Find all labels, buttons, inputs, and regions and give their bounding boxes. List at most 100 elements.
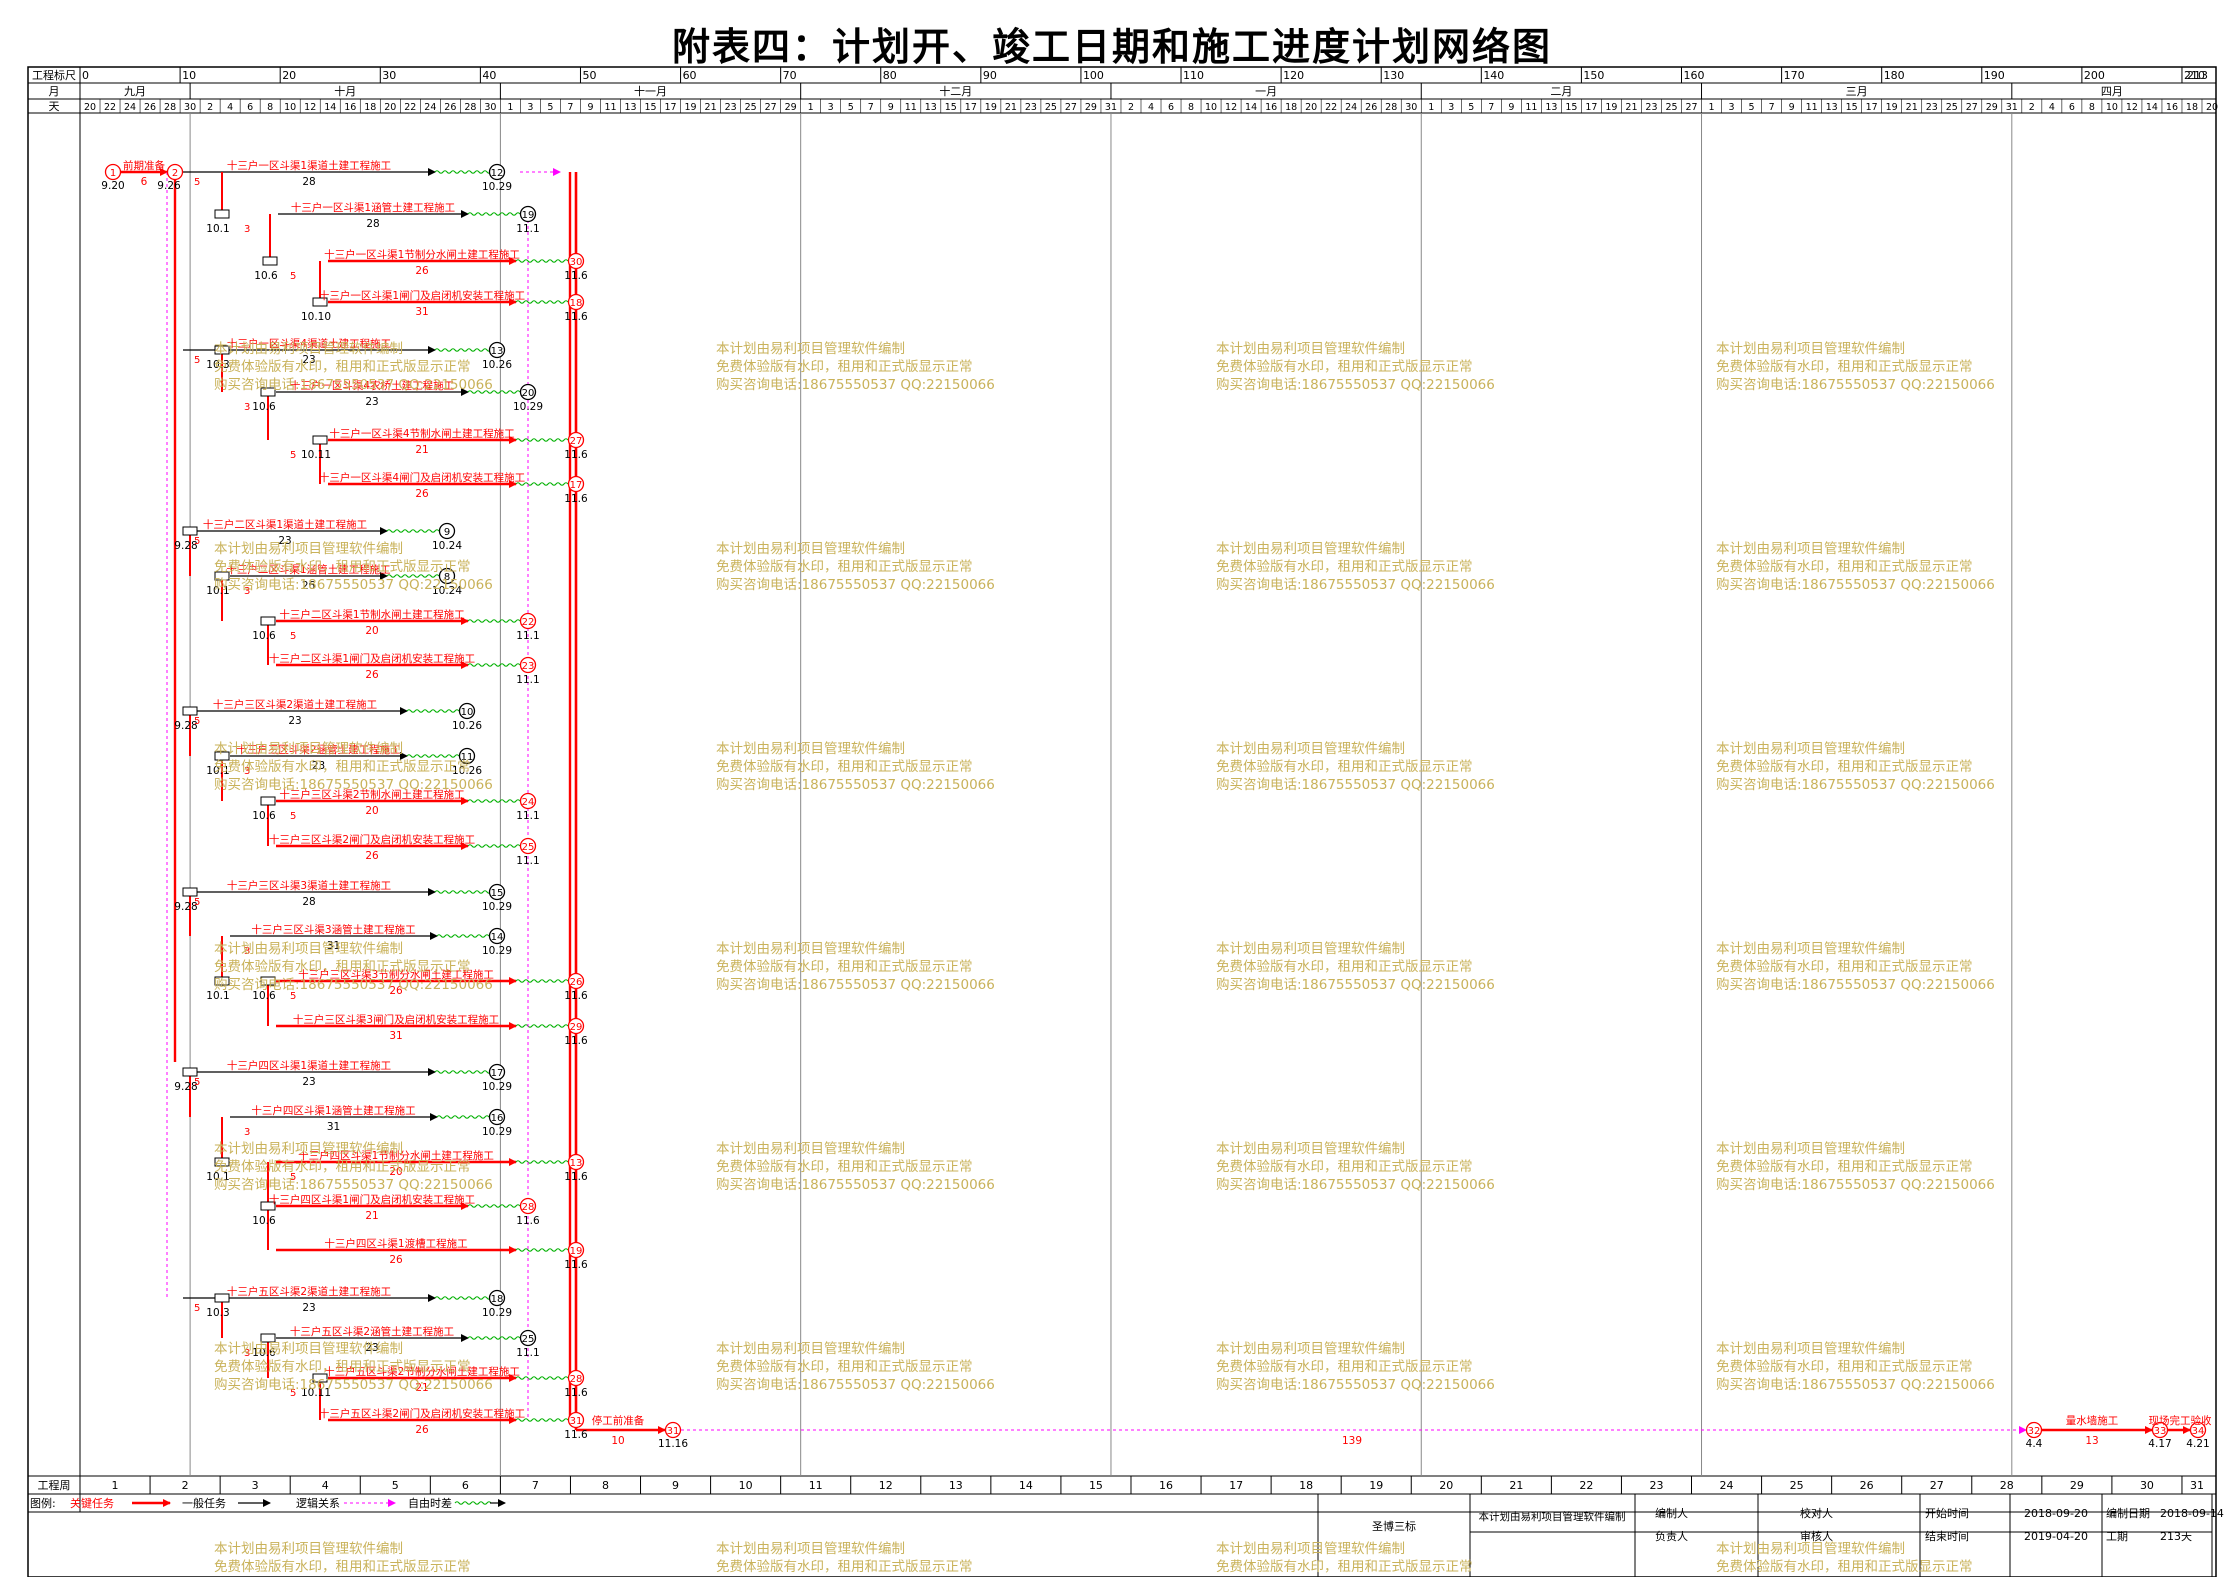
ruler-tick-label: 160 <box>1684 69 1705 82</box>
node-number: 28 <box>570 1374 583 1385</box>
month-label: 四月 <box>2101 85 2123 98</box>
week-label: 7 <box>532 1479 539 1492</box>
week-label: 24 <box>1720 1479 1734 1492</box>
ruler-tick-label: 70 <box>783 69 797 82</box>
day-label: 27 <box>1685 102 1697 113</box>
watermark: 本计划由易利项目管理软件编制免费体验版有水印，租用和正式版显示正常购买咨询电话:… <box>716 1140 995 1194</box>
node-number: 30 <box>570 257 583 268</box>
watermark: 本计划由易利项目管理软件编制免费体验版有水印，租用和正式版显示正常购买咨询电话:… <box>716 740 995 794</box>
watermark-line: 本计划由易利项目管理软件编制 <box>1716 541 1905 557</box>
day-label: 16 <box>344 102 356 113</box>
day-label: 24 <box>424 102 436 113</box>
ruler-tick-label: 90 <box>983 69 997 82</box>
day-label: 1 <box>1709 102 1715 113</box>
node-number: 16 <box>491 1113 504 1124</box>
day-label: 26 <box>144 102 156 113</box>
watermark: 本计划由易利项目管理软件编制免费体验版有水印，租用和正式版显示正常购买咨询电话:… <box>1716 340 1995 394</box>
day-label: 27 <box>765 102 777 113</box>
task-duration: 13 <box>2085 1435 2098 1447</box>
day-label: 21 <box>1625 102 1637 113</box>
ruler-tick-label: 50 <box>582 69 596 82</box>
float-wave <box>386 529 440 533</box>
watermark-line: 本计划由易利项目管理软件编制 <box>214 1541 403 1557</box>
day-label: 18 <box>364 102 376 113</box>
watermark: 本计划由易利项目管理软件编制免费体验版有水印，租用和正式版显示正常购买咨询电话:… <box>214 540 493 594</box>
week-label: 4 <box>322 1479 329 1492</box>
week-label: 19 <box>1369 1479 1383 1492</box>
watermark-line: 本计划由易利项目管理软件编制 <box>1716 741 1905 757</box>
ruler-tick-label: 60 <box>683 69 697 82</box>
node-date: 11.6 <box>516 1215 540 1227</box>
node-date: 10.6 <box>252 630 276 642</box>
watermark: 本计划由易利项目管理软件编制免费体验版有水印，租用和正式版显示正常购买咨询电话:… <box>1716 1340 1995 1394</box>
ruler-tick-label: 0 <box>82 69 89 82</box>
float-wave <box>515 1024 569 1028</box>
watermark: 本计划由易利项目管理软件编制免费体验版有水印，租用和正式版显示正常购买咨询电话:… <box>716 1340 995 1394</box>
day-label: 23 <box>1025 102 1037 113</box>
day-label: 12 <box>304 102 316 113</box>
watermark: 本计划由易利项目管理软件编制免费体验版有水印，租用和正式版显示正常购买咨询电话:… <box>1216 540 1495 594</box>
task-label: 十三户五区斗渠2闸门及启闭机安装工程施工 <box>319 1407 525 1420</box>
watermark: 本计划由易利项目管理软件编制免费体验版有水印，租用和正式版显示正常购买咨询电话:… <box>1716 1540 1995 1577</box>
watermark-line: 购买咨询电话:18675550537 QQ:22150066 <box>1216 577 1495 593</box>
dummy-node <box>260 616 276 626</box>
week-label: 18 <box>1299 1479 1313 1492</box>
day-label: 27 <box>1966 102 1978 113</box>
day-label: 7 <box>1488 102 1494 113</box>
task-label: 十三户三区斗渠3渠道土建工程施工 <box>227 879 391 892</box>
watermark: 本计划由易利项目管理软件编制免费体验版有水印，租用和正式版显示正常购买咨询电话:… <box>1716 1140 1995 1194</box>
watermark-line: 本计划由易利项目管理软件编制 <box>1216 741 1405 757</box>
watermark-line: 本计划由易利项目管理软件编制 <box>1216 541 1405 557</box>
day-label: 9 <box>1508 102 1514 113</box>
watermark-line: 购买咨询电话:18675550537 QQ:22150066 <box>1216 1377 1495 1393</box>
legend-title: 图例: <box>30 1496 56 1510</box>
watermark: 本计划由易利项目管理软件编制免费体验版有水印，租用和正式版显示正常购买咨询电话:… <box>1716 540 1995 594</box>
task-duration: 28 <box>302 176 315 188</box>
task-duration: 28 <box>366 218 379 230</box>
month-label: 九月 <box>124 85 146 98</box>
node-number: 24 <box>522 797 535 808</box>
node-date: 11.6 <box>564 990 588 1002</box>
task-label: 十三户二区斗渠1闸门及启闭机安装工程施工 <box>269 652 475 665</box>
watermark-line: 购买咨询电话:18675550537 QQ:22150066 <box>716 1177 995 1193</box>
watermark-line: 本计划由易利项目管理软件编制 <box>214 741 403 757</box>
node-date: 11.1 <box>516 1347 539 1359</box>
node-date: 10.29 <box>482 1081 512 1093</box>
watermark-line: 购买咨询电话:18675550537 QQ:22150066 <box>214 1377 493 1393</box>
watermark-line: 购买咨询电话:18675550537 QQ:22150066 <box>214 777 493 793</box>
ruler-tick-label: 10 <box>182 69 196 82</box>
watermark-line: 免费体验版有水印，租用和正式版显示正常 <box>716 559 973 575</box>
node-date: 9.20 <box>101 180 124 192</box>
node-date: 10.29 <box>482 1307 512 1319</box>
day-label: 19 <box>1605 102 1617 113</box>
task-duration: 20 <box>365 625 378 637</box>
day-label: 25 <box>1665 102 1677 113</box>
node-date: 10.6 <box>252 401 276 413</box>
day-label: 8 <box>1188 102 1194 113</box>
day-label: 29 <box>1085 102 1097 113</box>
task-label: 前期准备 <box>123 159 165 172</box>
node-date: 10.29 <box>482 181 512 193</box>
watermark-line: 本计划由易利项目管理软件编制 <box>716 741 905 757</box>
week-label: 28 <box>2000 1479 2014 1492</box>
float-wave <box>434 170 492 174</box>
day-label: 15 <box>945 102 957 113</box>
day-label: 18 <box>2186 102 2198 113</box>
month-label: 十一月 <box>634 84 667 98</box>
node-number: 23 <box>522 661 535 672</box>
node-date: 11.6 <box>564 311 588 323</box>
day-label: 1 <box>1428 102 1434 113</box>
node-number: 32 <box>2028 1426 2041 1437</box>
watermark-line: 本计划由易利项目管理软件编制 <box>716 1341 905 1357</box>
day-label: 31 <box>2006 102 2018 113</box>
day-label: 17 <box>1585 102 1597 113</box>
watermark: 本计划由易利项目管理软件编制免费体验版有水印，租用和正式版显示正常购买咨询电话:… <box>1216 940 1495 994</box>
task-label: 十三户五区斗渠2渠道土建工程施工 <box>227 1285 391 1298</box>
watermark-line: 本计划由易利项目管理软件编制 <box>214 1341 403 1357</box>
task-label: 十三户二区斗渠1渠道土建工程施工 <box>203 518 367 531</box>
day-label: 28 <box>164 102 176 113</box>
ruler-tick-label: 140 <box>1483 69 1504 82</box>
week-label: 23 <box>1649 1479 1663 1492</box>
footer-start-label: 开始时间 <box>1925 1506 1969 1520</box>
node-number: 20 <box>522 388 535 399</box>
